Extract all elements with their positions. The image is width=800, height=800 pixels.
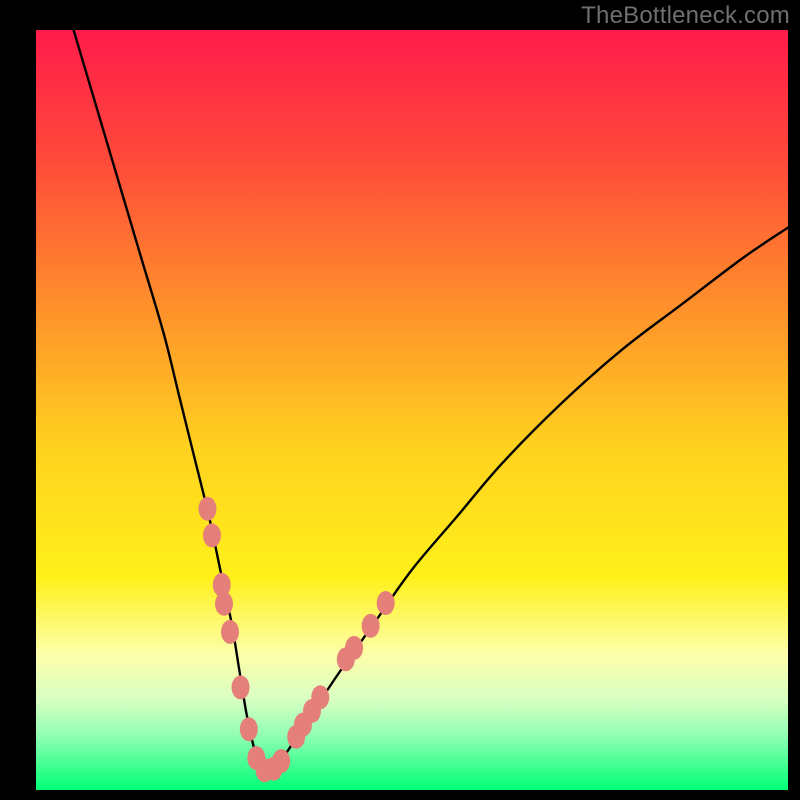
curve-marker	[203, 523, 221, 547]
curve-marker	[221, 620, 239, 644]
watermark-text: TheBottleneck.com	[581, 2, 790, 30]
curve-marker	[198, 497, 216, 521]
curve-marker	[362, 614, 380, 638]
curve-marker	[272, 749, 290, 773]
curve-marker	[240, 717, 258, 741]
curve-marker	[345, 636, 363, 660]
plot-background	[36, 30, 788, 790]
curve-marker	[377, 591, 395, 615]
curve-marker	[215, 592, 233, 616]
bottleneck-chart	[0, 0, 800, 800]
curve-marker	[311, 685, 329, 709]
curve-marker	[232, 675, 250, 699]
outer-frame: TheBottleneck.com	[0, 0, 800, 800]
